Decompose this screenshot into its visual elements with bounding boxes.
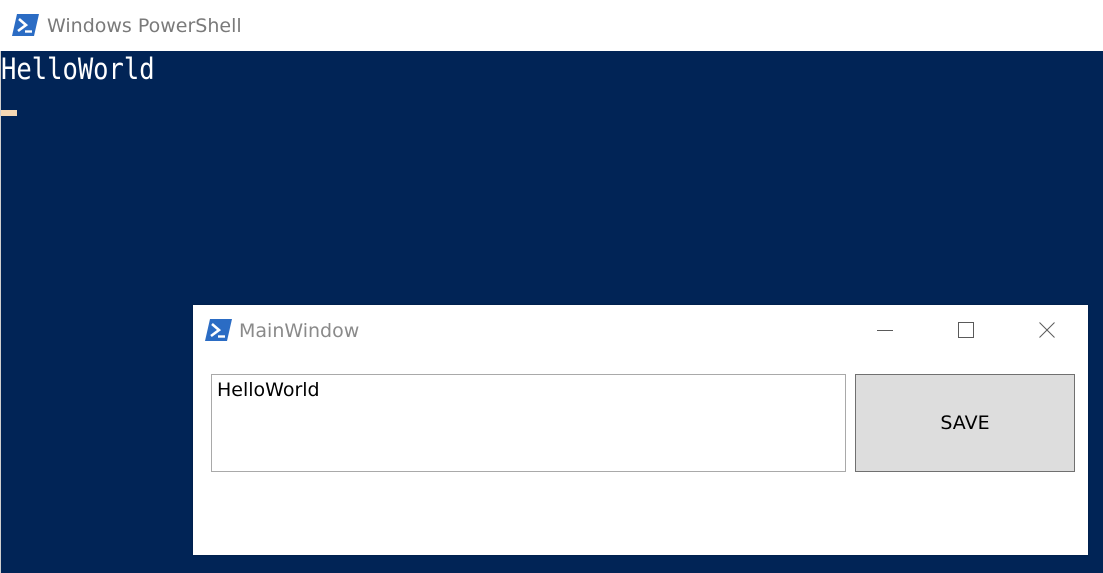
minimize-icon	[877, 330, 893, 331]
console-output-line: HelloWorld	[1, 52, 155, 86]
maximize-icon	[958, 322, 974, 338]
close-icon	[1039, 322, 1055, 338]
close-button[interactable]	[1007, 305, 1087, 355]
save-button-label: SAVE	[940, 412, 990, 434]
powershell-icon	[12, 14, 39, 36]
main-window: MainWindow HelloWorld SAVE	[193, 305, 1088, 555]
powershell-title: Windows PowerShell	[47, 15, 242, 37]
maximize-button[interactable]	[926, 305, 1006, 355]
save-button[interactable]: SAVE	[855, 374, 1075, 472]
powershell-icon	[205, 319, 232, 341]
main-window-title: MainWindow	[239, 320, 360, 342]
console-cursor	[1, 110, 17, 116]
powershell-titlebar[interactable]: Windows PowerShell	[0, 0, 1103, 51]
minimize-button[interactable]	[845, 305, 925, 355]
text-input[interactable]: HelloWorld	[211, 374, 846, 472]
